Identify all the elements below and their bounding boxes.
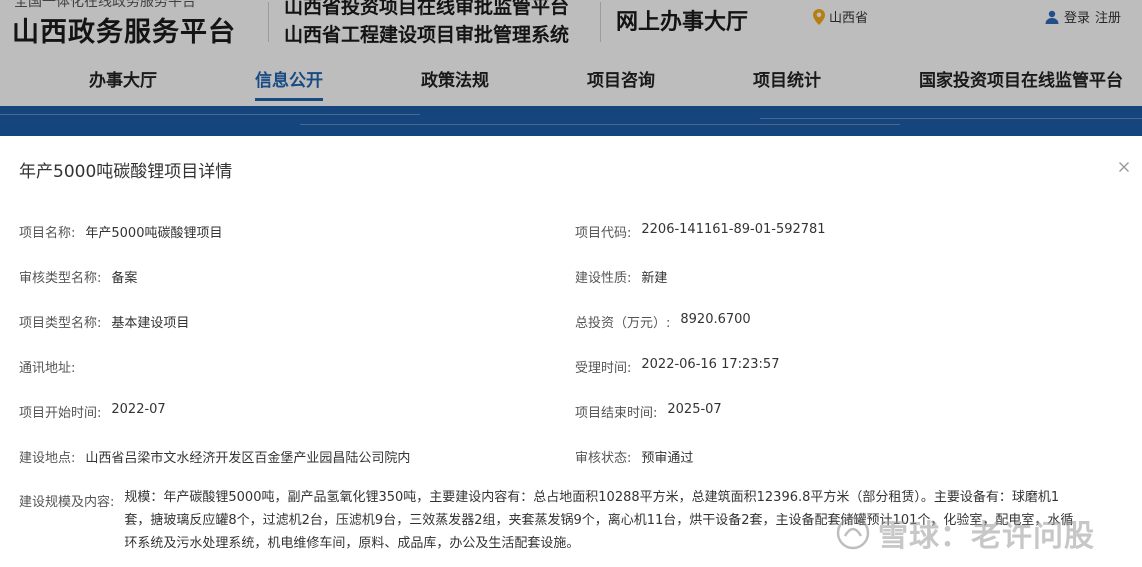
field-construction-location: 建设地点: 山西省吕梁市文水经济开发区百金堡产业园昌陆公司院内 xyxy=(19,447,410,466)
modal-backdrop[interactable] xyxy=(0,0,1142,136)
field-review-status: 审核状态: 预审通过 xyxy=(575,447,693,466)
field-label: 受理时间: xyxy=(575,361,632,376)
field-value: 2025-07 xyxy=(667,402,722,417)
field-value: 2206-141161-89-01-592781 xyxy=(641,222,826,237)
field-start-time: 项目开始时间: 2022-07 xyxy=(19,402,166,421)
field-project-code: 项目代码: 2206-141161-89-01-592781 xyxy=(575,222,826,241)
field-project-type: 项目类型名称: 基本建设项目 xyxy=(19,312,189,331)
field-construction-nature: 建设性质: 新建 xyxy=(575,267,667,286)
field-project-name: 项目名称: 年产5000吨碳酸锂项目 xyxy=(19,222,222,241)
field-label: 项目开始时间: xyxy=(19,406,102,421)
field-label: 通讯地址: xyxy=(19,361,76,376)
close-button[interactable] xyxy=(1115,158,1133,176)
field-label: 总投资（万元）: xyxy=(575,316,671,331)
field-value: 8920.6700 xyxy=(680,312,751,327)
field-label: 建设性质: xyxy=(575,271,632,286)
dialog-title: 年产5000吨碳酸锂项目详情 xyxy=(19,162,233,182)
field-total-investment: 总投资（万元）: 8920.6700 xyxy=(575,312,751,331)
field-value: 新建 xyxy=(641,271,668,286)
snowball-logo-icon xyxy=(836,516,870,550)
field-address: 通讯地址: xyxy=(19,357,85,376)
field-value: 2022-06-16 17:23:57 xyxy=(641,357,780,372)
field-label: 项目类型名称: xyxy=(19,316,102,331)
field-label: 项目结束时间: xyxy=(575,406,658,421)
status-badge: 预审通过 xyxy=(641,451,694,466)
field-value: 山西省吕梁市文水经济开发区百金堡产业园昌陆公司院内 xyxy=(85,451,411,466)
watermark: 雪球：老许问股 xyxy=(836,511,1095,555)
field-accept-time: 受理时间: 2022-06-16 17:23:57 xyxy=(575,357,779,376)
field-label: 建设地点: xyxy=(19,451,76,466)
field-value: 年产5000吨碳酸锂项目 xyxy=(85,226,223,241)
watermark-text: 雪球：老许问股 xyxy=(878,519,1095,554)
field-label: 建设规模及内容: xyxy=(19,495,115,510)
field-label: 审核类型名称: xyxy=(19,271,102,286)
field-value: 基本建设项目 xyxy=(111,316,190,331)
field-label: 项目名称: xyxy=(19,226,76,241)
project-detail-dialog: 年产5000吨碳酸锂项目详情 项目名称: 年产5000吨碳酸锂项目 项目代码: … xyxy=(0,136,1142,567)
field-label: 项目代码: xyxy=(575,226,632,241)
close-icon xyxy=(1119,162,1129,172)
field-label: 审核状态: xyxy=(575,451,632,466)
field-review-type: 审核类型名称: 备案 xyxy=(19,267,137,286)
field-value: 备案 xyxy=(111,271,138,286)
field-value: 2022-07 xyxy=(111,402,166,417)
field-end-time: 项目结束时间: 2025-07 xyxy=(575,402,722,421)
